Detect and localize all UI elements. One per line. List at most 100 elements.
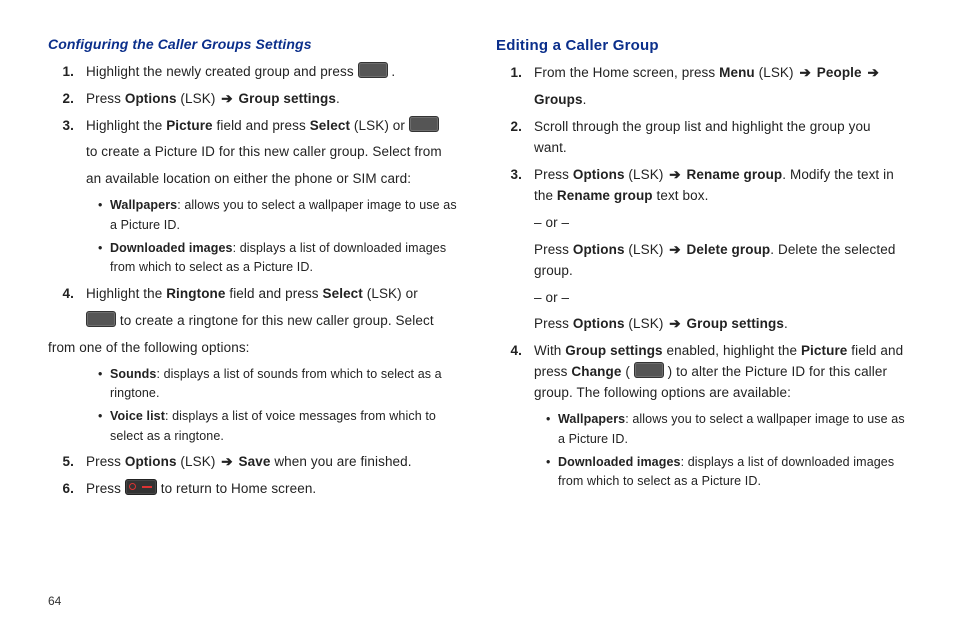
- bold: Group settings: [683, 316, 784, 331]
- bullet-dot: •: [98, 196, 102, 215]
- bullet-item: •Downloaded images: displays a list of d…: [546, 453, 906, 492]
- bold: Menu: [719, 65, 755, 80]
- bold: Save: [235, 454, 271, 469]
- arrow-icon: ➔: [667, 240, 682, 261]
- text: enabled, highlight the: [663, 343, 801, 358]
- bold: Options: [573, 167, 625, 182]
- text: text box.: [653, 188, 709, 203]
- ok-button-icon: [358, 62, 388, 78]
- bold: Change: [571, 364, 621, 379]
- line: an available location on either the phon…: [86, 169, 458, 190]
- text: .: [336, 91, 340, 106]
- right-steps: 1. From the Home screen, press Menu (LSK…: [496, 63, 906, 491]
- bullet-item: •Voice list: displays a list of voice me…: [98, 407, 458, 446]
- bold: Group settings: [235, 91, 336, 106]
- text: to return to Home screen.: [161, 481, 317, 496]
- bold: Picture: [166, 118, 212, 133]
- text: field and press: [213, 118, 310, 133]
- text: (LSK): [625, 242, 668, 257]
- line: to create a Picture ID for this new call…: [86, 142, 458, 163]
- bullet-dot: •: [98, 407, 102, 426]
- text: Press: [86, 91, 125, 106]
- text: (LSK): [625, 316, 668, 331]
- text: (LSK) or: [350, 118, 409, 133]
- right-step-2: 2. Scroll through the group list and hig…: [524, 117, 906, 159]
- bold: Rename group: [683, 167, 783, 182]
- text: .: [784, 316, 788, 331]
- bullet-item: •Downloaded images: displays a list of d…: [98, 239, 458, 278]
- bullet-list: •Sounds: displays a list of sounds from …: [86, 365, 458, 447]
- bullet-dot: •: [98, 239, 102, 258]
- arrow-icon: ➔: [219, 452, 234, 473]
- arrow-icon: ➔: [797, 63, 812, 84]
- arrow-icon: ➔: [667, 165, 682, 186]
- bullet-item: •Wallpapers: allows you to select a wall…: [98, 196, 458, 235]
- bold: Downloaded images: [110, 241, 233, 255]
- text: (LSK) or: [363, 286, 418, 301]
- bold: Select: [323, 286, 363, 301]
- text: Press: [534, 242, 573, 257]
- bold: Downloaded images: [558, 455, 681, 469]
- bold: Rename group: [557, 188, 653, 203]
- step-number: 2.: [500, 117, 522, 138]
- text: Press: [86, 454, 125, 469]
- text: Highlight the: [86, 118, 166, 133]
- left-steps: 1. Highlight the newly created group and…: [48, 62, 458, 500]
- ok-button-icon: [409, 116, 439, 132]
- text: when you are finished.: [270, 454, 411, 469]
- bullet-list: •Wallpapers: allows you to select a wall…: [86, 196, 458, 278]
- left-step-2: 2. Press Options (LSK) ➔ Group settings.: [76, 89, 458, 110]
- bold: Wallpapers: [558, 412, 625, 426]
- line: With Group settings enabled, highlight t…: [534, 341, 906, 404]
- bold: Options: [573, 316, 625, 331]
- text: .: [391, 64, 395, 79]
- text: From the Home screen, press: [534, 65, 719, 80]
- bullet-dot: •: [546, 453, 550, 472]
- text: Highlight the newly created group and pr…: [86, 64, 358, 79]
- bold: Ringtone: [166, 286, 225, 301]
- text: Highlight the: [86, 286, 166, 301]
- bold: People: [813, 65, 862, 80]
- text: (LSK): [177, 454, 220, 469]
- line: Highlight the Picture field and press Se…: [86, 116, 458, 137]
- step-number: 4.: [500, 341, 522, 362]
- right-step-1: 1. From the Home screen, press Menu (LSK…: [524, 63, 906, 111]
- bold: Wallpapers: [110, 198, 177, 212]
- left-step-3: 3. Highlight the Picture field and press…: [76, 116, 458, 278]
- step-number: 3.: [52, 116, 74, 137]
- step-number: 1.: [500, 63, 522, 84]
- left-step-4: 4. Highlight the Ringtone field and pres…: [76, 284, 458, 446]
- text: .: [583, 92, 587, 107]
- text: (LSK): [625, 167, 668, 182]
- end-call-button-icon: [125, 479, 157, 495]
- ok-button-icon: [634, 362, 664, 378]
- left-column: Configuring the Caller Groups Settings 1…: [48, 34, 458, 580]
- line: Press Options (LSK) ➔ Rename group. Modi…: [534, 165, 906, 207]
- text: (LSK): [755, 65, 798, 80]
- right-column: Editing a Caller Group 1. From the Home …: [496, 34, 906, 580]
- text: Press: [534, 167, 573, 182]
- text: Press: [534, 316, 573, 331]
- text: field and press: [226, 286, 323, 301]
- bold: Options: [125, 91, 177, 106]
- bullet-dot: •: [98, 365, 102, 384]
- text: to create a ringtone for this new caller…: [116, 313, 434, 328]
- columns: Configuring the Caller Groups Settings 1…: [48, 34, 906, 580]
- bullet-list: •Wallpapers: allows you to select a wall…: [534, 410, 906, 492]
- arrow-icon: ➔: [667, 314, 682, 335]
- line: Groups.: [534, 90, 906, 111]
- text: (LSK): [177, 91, 220, 106]
- manual-page: Configuring the Caller Groups Settings 1…: [0, 0, 954, 636]
- right-step-4: 4. With Group settings enabled, highligh…: [524, 341, 906, 491]
- left-step-5: 5. Press Options (LSK) ➔ Save when you a…: [76, 452, 458, 473]
- text: (: [621, 364, 633, 379]
- bold: Options: [125, 454, 177, 469]
- left-step-6: 6. Press to return to Home screen.: [76, 479, 458, 500]
- bold: Group settings: [565, 343, 662, 358]
- bold: Groups: [534, 92, 583, 107]
- right-heading: Editing a Caller Group: [496, 34, 906, 57]
- step-number: 5.: [52, 452, 74, 473]
- or-separator: – or –: [534, 288, 906, 309]
- line: Press Options (LSK) ➔ Group settings.: [534, 314, 906, 335]
- line: Press Options (LSK) ➔ Delete group. Dele…: [534, 240, 906, 282]
